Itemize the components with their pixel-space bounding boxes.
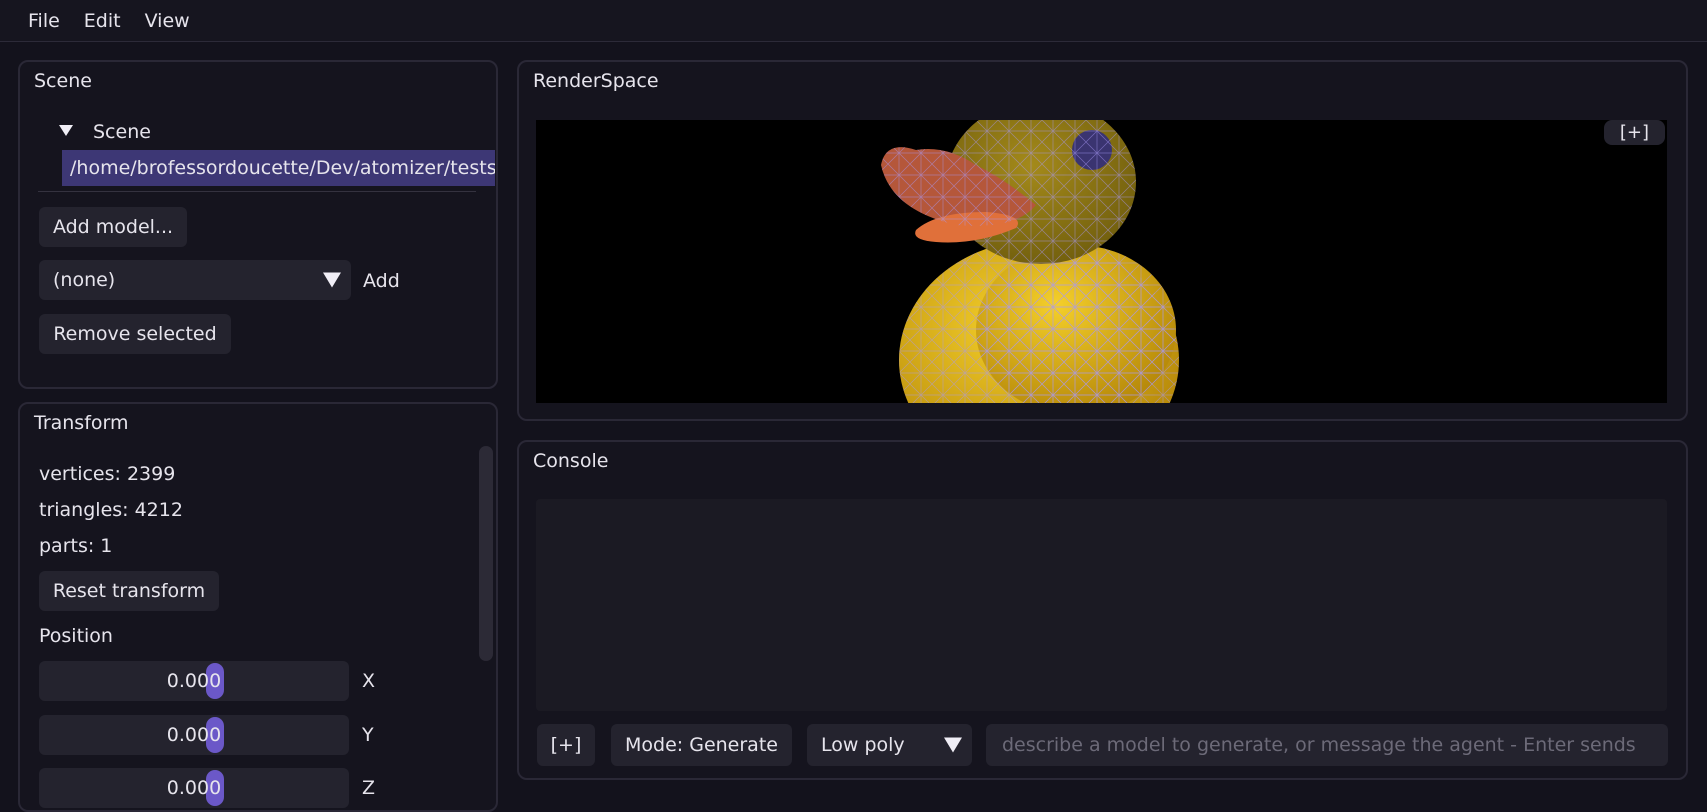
vertices-count: vertices: 2399 bbox=[39, 463, 176, 485]
render-viewport[interactable]: [+] bbox=[536, 120, 1667, 403]
position-z-value: 0.000 bbox=[166, 777, 222, 799]
duck-model-render bbox=[881, 120, 1179, 403]
model-select-value: (none) bbox=[53, 269, 116, 291]
viewport-expand-button[interactable]: [+] bbox=[1603, 120, 1665, 145]
add-label: Add bbox=[363, 270, 400, 292]
tree-root-scene[interactable]: Scene bbox=[93, 121, 151, 143]
console-log-area[interactable] bbox=[536, 499, 1667, 711]
add-model-button[interactable]: Add model... bbox=[39, 207, 187, 247]
reset-transform-button[interactable]: Reset transform bbox=[39, 571, 219, 611]
position-y-axis-label: Y bbox=[362, 724, 374, 746]
combo-arrow-icon bbox=[323, 272, 341, 288]
console-expand-button[interactable]: [+] bbox=[537, 724, 595, 766]
position-z-axis-label: Z bbox=[362, 777, 376, 799]
position-y-value: 0.000 bbox=[166, 724, 222, 746]
mode-generate-button[interactable]: Mode: Generate bbox=[611, 724, 792, 766]
quality-select-combo[interactable]: Low poly bbox=[807, 724, 972, 766]
remove-selected-button[interactable]: Remove selected bbox=[39, 314, 231, 354]
position-y-slider[interactable]: 0.000 bbox=[39, 715, 349, 755]
parts-count: parts: 1 bbox=[39, 535, 113, 557]
render-panel-title: RenderSpace bbox=[533, 70, 659, 92]
agent-prompt-input[interactable]: describe a model to generate, or message… bbox=[986, 724, 1668, 766]
transform-panel-title: Transform bbox=[34, 412, 129, 434]
scene-panel-title: Scene bbox=[34, 70, 92, 92]
menu-edit[interactable]: Edit bbox=[72, 0, 133, 42]
position-x-value: 0.000 bbox=[166, 670, 222, 692]
position-label: Position bbox=[39, 625, 113, 647]
console-panel-title: Console bbox=[533, 450, 609, 472]
position-x-axis-label: X bbox=[362, 670, 376, 692]
menu-bar: File Edit View bbox=[0, 0, 1707, 42]
tree-item-model-path[interactable]: /home/brofessordoucette/Dev/atomizer/tes… bbox=[62, 150, 495, 186]
tree-expand-arrow-icon[interactable] bbox=[59, 125, 73, 136]
menu-file[interactable]: File bbox=[16, 0, 72, 42]
quality-select-value: Low poly bbox=[821, 734, 905, 756]
position-x-slider[interactable]: 0.000 bbox=[39, 661, 349, 701]
quality-combo-arrow-icon bbox=[944, 737, 962, 753]
triangles-count: triangles: 4212 bbox=[39, 499, 183, 521]
scene-separator bbox=[38, 191, 476, 192]
position-z-slider[interactable]: 0.000 bbox=[39, 768, 349, 808]
model-select-combo[interactable]: (none) bbox=[39, 260, 351, 300]
transform-scrollbar[interactable] bbox=[479, 446, 493, 661]
menu-view[interactable]: View bbox=[133, 0, 202, 42]
